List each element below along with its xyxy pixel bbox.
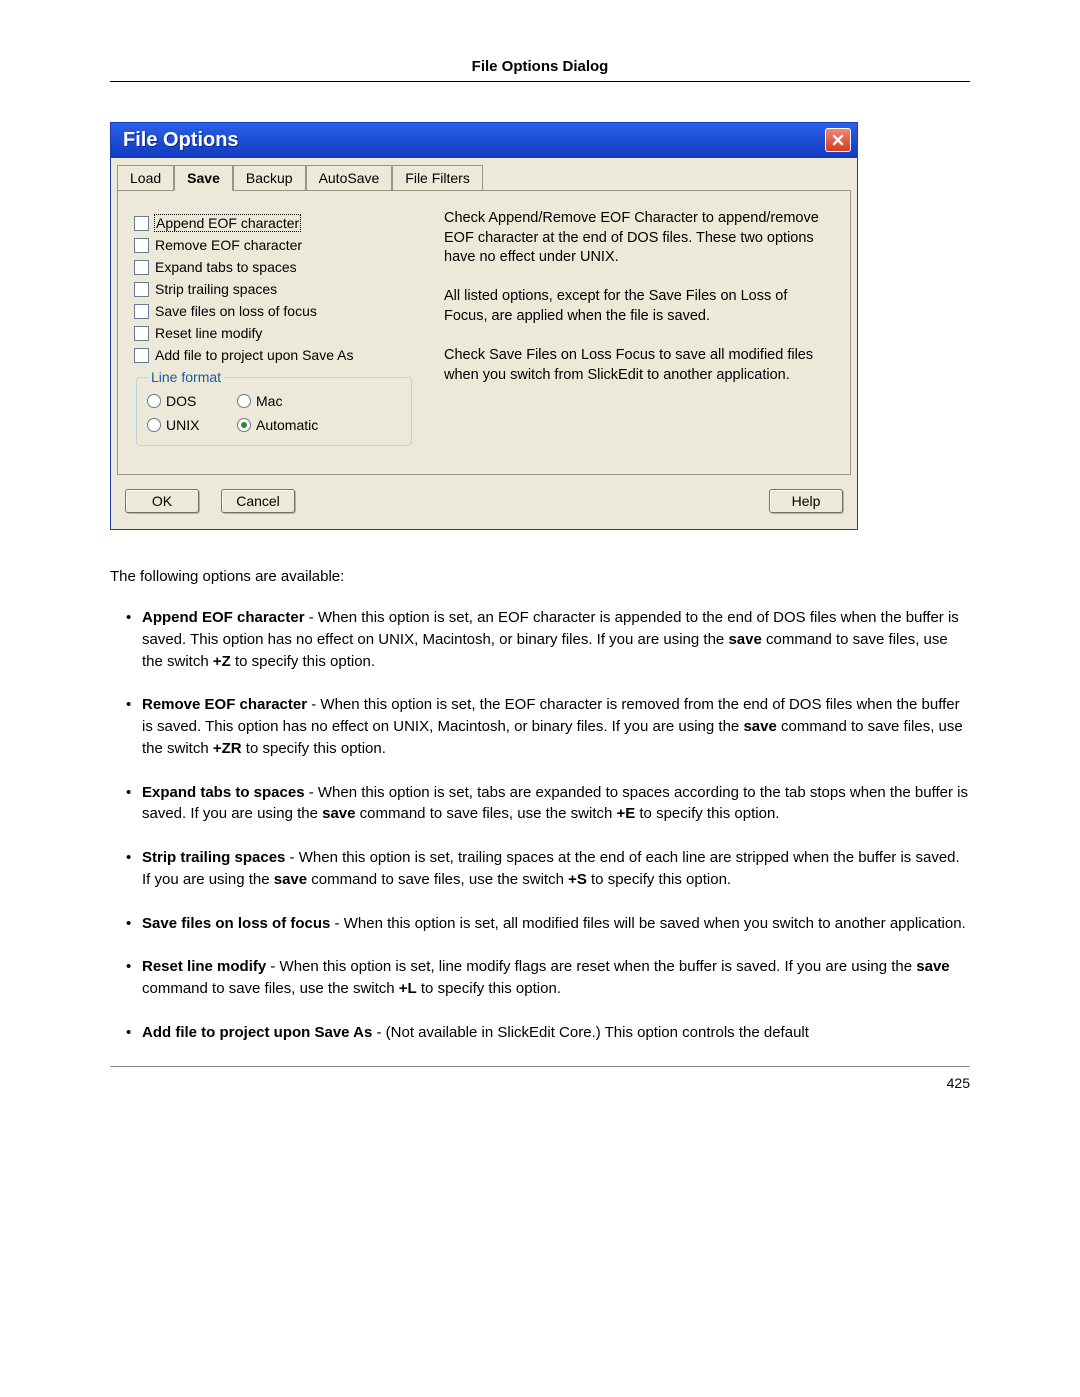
checkbox-append-eof[interactable]: Append EOF character: [134, 215, 414, 231]
option-title: Append EOF character: [142, 609, 305, 626]
line-format-group: Line format DOS Mac: [136, 369, 412, 446]
checkbox-icon: [134, 282, 149, 297]
help-paragraph: All listed options, except for the Save …: [444, 287, 834, 326]
tab-bar: Load Save Backup AutoSave File Filters: [111, 158, 857, 190]
help-text-panel: Check Append/Remove EOF Character to app…: [444, 209, 834, 446]
tab-load[interactable]: Load: [117, 165, 174, 191]
help-button[interactable]: Help: [769, 489, 843, 513]
checkbox-icon: [134, 216, 149, 231]
option-item: Append EOF character - When this option …: [126, 607, 970, 672]
page-number: 425: [110, 1075, 970, 1091]
help-paragraph: Check Save Files on Loss Focus to save a…: [444, 346, 834, 385]
checkbox-label: Strip trailing spaces: [155, 281, 277, 297]
radio-label: DOS: [166, 393, 196, 409]
help-paragraph: Check Append/Remove EOF Character to app…: [444, 209, 834, 268]
radio-mac[interactable]: Mac: [237, 393, 377, 409]
checkbox-reset-line-modify[interactable]: Reset line modify: [134, 325, 414, 341]
radio-label: UNIX: [166, 417, 199, 433]
option-item: Remove EOF character - When this option …: [126, 694, 970, 759]
page-title: File Options Dialog: [110, 58, 970, 75]
dialog-title: File Options: [123, 129, 239, 152]
option-title: Remove EOF character: [142, 696, 307, 713]
line-format-legend: Line format: [147, 369, 225, 385]
radio-label: Mac: [256, 393, 282, 409]
option-title: Expand tabs to spaces: [142, 784, 305, 801]
checkbox-label: Add file to project upon Save As: [155, 347, 353, 363]
option-item: Add file to project upon Save As - (Not …: [126, 1022, 970, 1044]
checkbox-strip-trailing[interactable]: Strip trailing spaces: [134, 281, 414, 297]
checkbox-remove-eof[interactable]: Remove EOF character: [134, 237, 414, 253]
cancel-button[interactable]: Cancel: [221, 489, 295, 513]
checkbox-label: Reset line modify: [155, 325, 262, 341]
checkbox-icon: [134, 238, 149, 253]
checkbox-icon: [134, 348, 149, 363]
tab-autosave[interactable]: AutoSave: [306, 165, 393, 191]
radio-dot-icon: [241, 422, 247, 428]
close-button[interactable]: [825, 128, 851, 152]
checkbox-label: Save files on loss of focus: [155, 303, 317, 319]
tab-save[interactable]: Save: [174, 165, 233, 191]
file-options-dialog: File Options Load Save Backup AutoSave F…: [110, 122, 858, 530]
checkbox-icon: [134, 260, 149, 275]
radio-automatic[interactable]: Automatic: [237, 417, 377, 433]
checkbox-label: Expand tabs to spaces: [155, 259, 297, 275]
radio-icon: [147, 394, 161, 408]
dialog-screenshot: File Options Load Save Backup AutoSave F…: [110, 122, 970, 530]
option-title: Strip trailing spaces: [142, 849, 285, 866]
radio-icon: [237, 418, 251, 432]
checkbox-expand-tabs[interactable]: Expand tabs to spaces: [134, 259, 414, 275]
radio-dos[interactable]: DOS: [147, 393, 237, 409]
tab-file-filters[interactable]: File Filters: [392, 165, 483, 191]
radio-label: Automatic: [256, 417, 318, 433]
header-rule: [110, 81, 970, 82]
checkbox-add-to-project[interactable]: Add file to project upon Save As: [134, 347, 414, 363]
checkbox-icon: [134, 326, 149, 341]
radio-unix[interactable]: UNIX: [147, 417, 237, 433]
dialog-titlebar: File Options: [111, 123, 857, 158]
checkbox-label: Remove EOF character: [155, 237, 302, 253]
tab-panel-save: Append EOF character Remove EOF characte…: [117, 190, 851, 475]
tab-backup[interactable]: Backup: [233, 165, 306, 191]
radio-icon: [237, 394, 251, 408]
option-title: Save files on loss of focus: [142, 915, 330, 932]
close-icon: [832, 134, 844, 146]
option-item: Reset line modify - When this option is …: [126, 956, 970, 1000]
checkbox-save-on-focus-loss[interactable]: Save files on loss of focus: [134, 303, 414, 319]
option-item: Save files on loss of focus - When this …: [126, 913, 970, 935]
ok-button[interactable]: OK: [125, 489, 199, 513]
intro-text: The following options are available:: [110, 566, 970, 587]
radio-icon: [147, 418, 161, 432]
option-title: Add file to project upon Save As: [142, 1024, 372, 1041]
checkbox-label: Append EOF character: [155, 215, 300, 231]
checkbox-icon: [134, 304, 149, 319]
option-item: Expand tabs to spaces - When this option…: [126, 782, 970, 826]
option-title: Reset line modify: [142, 958, 266, 975]
option-item: Strip trailing spaces - When this option…: [126, 847, 970, 891]
footer-rule: [110, 1066, 970, 1067]
body-content: The following options are available: App…: [110, 566, 970, 1044]
dialog-button-row: OK Cancel Help: [111, 475, 857, 529]
